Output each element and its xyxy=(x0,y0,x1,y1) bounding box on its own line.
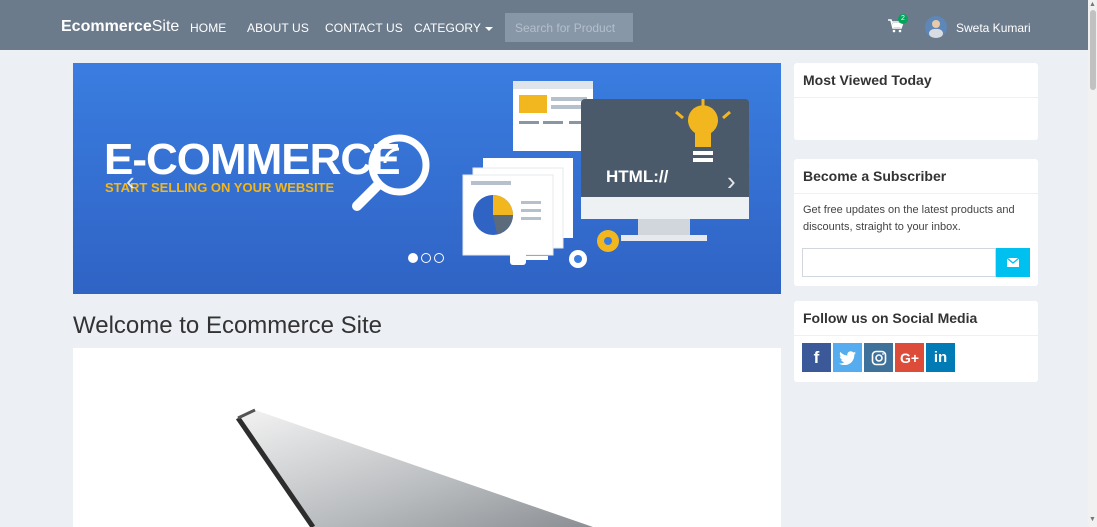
subscribe-button[interactable] xyxy=(996,248,1030,277)
most-viewed-panel: Most Viewed Today xyxy=(794,63,1038,140)
subscriber-text: Get free updates on the latest products … xyxy=(803,204,1015,233)
featured-product-image[interactable] xyxy=(73,348,781,527)
magnifier-icon xyxy=(352,134,430,211)
carousel-next-button[interactable]: › xyxy=(727,166,736,197)
documents-icon xyxy=(462,81,593,256)
nav-home[interactable]: HOME xyxy=(190,21,226,35)
most-viewed-title: Most Viewed Today xyxy=(794,63,1038,98)
caret-down-icon xyxy=(485,26,494,31)
carousel-indicator-1[interactable] xyxy=(408,253,418,263)
user-name[interactable]: Sweta Kumari xyxy=(956,21,1031,35)
envelope-icon xyxy=(1007,258,1019,267)
welcome-heading: Welcome to Ecommerce Site xyxy=(73,312,382,339)
laptop-image xyxy=(235,408,593,527)
top-navbar: EcommerceSite HOME ABOUT US CONTACT US C… xyxy=(0,0,1088,50)
social-title: Follow us on Social Media xyxy=(794,301,1038,336)
subscribe-form xyxy=(802,248,1030,277)
search-input[interactable] xyxy=(505,13,633,42)
social-media-panel: Follow us on Social Media f G+ in xyxy=(794,301,1038,382)
nav-category-dropdown[interactable]: CATEGORY xyxy=(414,21,494,35)
nav-category-label: CATEGORY xyxy=(414,21,482,35)
nav-about-us[interactable]: ABOUT US xyxy=(247,21,309,35)
user-avatar[interactable] xyxy=(925,16,947,38)
linkedin-icon[interactable]: in xyxy=(926,343,955,372)
carousel-indicator-2[interactable] xyxy=(421,253,431,263)
carousel-indicator-3[interactable] xyxy=(434,253,444,263)
hero-carousel[interactable]: E-COMMERCE START SELLING ON YOUR WEBSITE xyxy=(73,63,781,294)
nav-contact-us[interactable]: CONTACT US xyxy=(325,21,403,35)
social-icons: f G+ in xyxy=(802,343,955,372)
html-badge-text: HTML:// xyxy=(606,167,669,186)
brand-logo[interactable]: EcommerceSite xyxy=(61,18,179,36)
google-plus-icon[interactable]: G+ xyxy=(895,343,924,372)
subscriber-panel: Become a Subscriber Get free updates on … xyxy=(794,159,1038,286)
cart-count-badge: 2 xyxy=(898,14,908,24)
scrollbar-thumb[interactable] xyxy=(1090,10,1096,90)
twitter-icon[interactable] xyxy=(833,343,862,372)
subscribe-email-input[interactable] xyxy=(802,248,996,277)
subscriber-title: Become a Subscriber xyxy=(794,159,1038,194)
instagram-icon[interactable] xyxy=(864,343,893,372)
carousel-prev-button[interactable]: ‹ xyxy=(126,166,135,197)
scroll-down-icon[interactable]: ▼ xyxy=(1089,516,1096,523)
facebook-icon[interactable]: f xyxy=(802,343,831,372)
scroll-up-icon[interactable]: ▲ xyxy=(1089,1,1096,8)
monitor-icon: HTML:// xyxy=(581,99,749,241)
carousel-indicators xyxy=(408,253,444,263)
